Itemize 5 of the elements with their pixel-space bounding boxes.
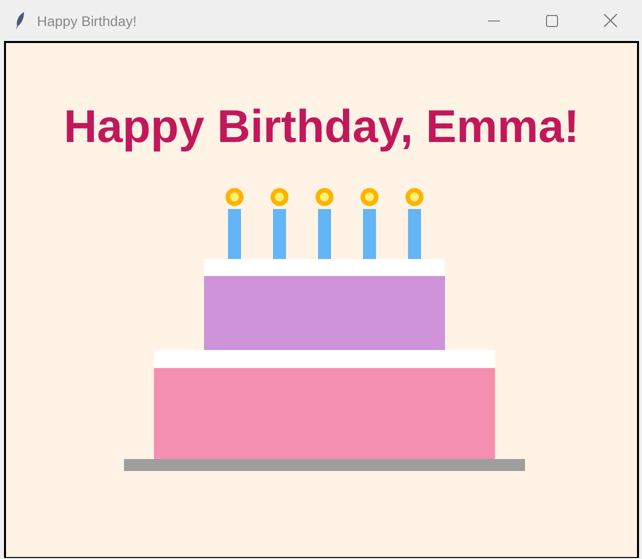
- maximize-icon[interactable]: [546, 14, 558, 26]
- window-title: Happy Birthday!: [37, 12, 137, 28]
- greeting-heading: Happy Birthday, Emma!: [64, 99, 580, 153]
- feather-icon: [15, 12, 25, 30]
- close-icon[interactable]: [604, 14, 617, 27]
